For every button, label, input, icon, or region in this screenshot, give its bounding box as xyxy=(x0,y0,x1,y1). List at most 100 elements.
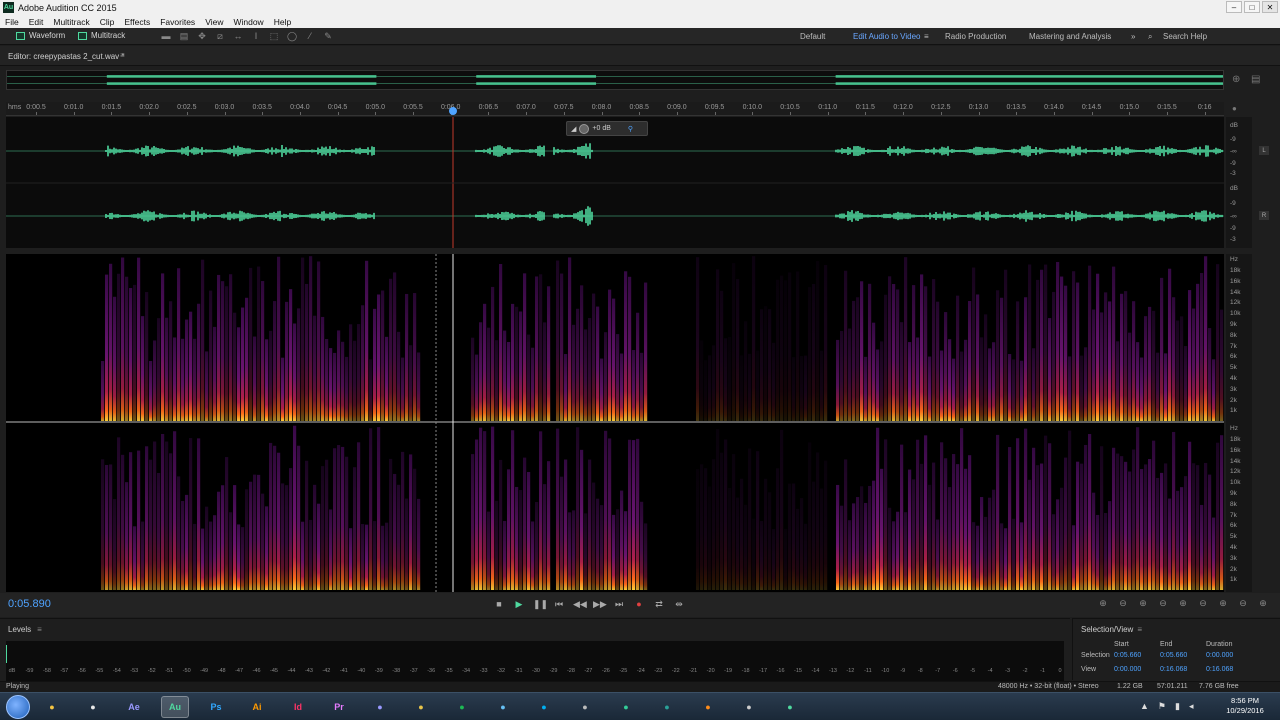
pause-icon[interactable]: ❚❚ xyxy=(533,598,548,610)
after-effects-icon[interactable]: Ae xyxy=(120,696,148,718)
zoom-out-time-icon[interactable]: ⊖ xyxy=(1156,598,1170,610)
levels-menu-icon[interactable]: ≡ xyxy=(37,625,42,634)
workspace-edit-audio-to-video[interactable]: Edit Audio to Video xyxy=(853,32,920,41)
current-time-display[interactable]: 0:05.890 xyxy=(8,598,51,610)
fast-forward-icon[interactable]: ▶▶ xyxy=(593,598,607,610)
spectral-frequency-display[interactable] xyxy=(6,254,1224,592)
lasso-tool-icon[interactable]: ◯ xyxy=(286,31,298,41)
waveform-mode-button[interactable]: Waveform xyxy=(16,31,65,40)
overview-navigator[interactable] xyxy=(6,70,1224,90)
zoom-frequency-in-icon[interactable]: ⊕ xyxy=(1256,598,1270,610)
zoom-in-right-icon[interactable]: ⊖ xyxy=(1236,598,1250,610)
go-to-end-icon[interactable]: ⏭ xyxy=(613,598,625,610)
skip-icon[interactable]: ⇹ xyxy=(673,598,685,610)
app-icon[interactable]: ● xyxy=(776,696,804,718)
more-workspaces-icon[interactable]: » xyxy=(1131,32,1135,41)
loop-icon[interactable]: ⇄ xyxy=(653,598,665,610)
zoom-in-time-icon[interactable]: ⊕ xyxy=(1136,598,1150,610)
editor-tab[interactable]: Editor: creepypastas 2_cut.wav * xyxy=(8,52,125,61)
view-duration-field[interactable]: 0:16.068 xyxy=(1206,666,1233,673)
flag-icon[interactable]: ⚑ xyxy=(1158,701,1166,712)
workspace-mastering[interactable]: Mastering and Analysis xyxy=(1029,32,1111,41)
time-ruler[interactable]: hms 0:00.5 0:01.0 0:01.5 0:02.0 0:02.5 0:03.0… xyxy=(6,102,1224,116)
zoom-frequency-out-icon[interactable]: ⊕ xyxy=(1276,598,1280,610)
menu-edit[interactable]: Edit xyxy=(24,17,49,27)
menu-clip[interactable]: Clip xyxy=(95,17,120,27)
multitrack-mode-button[interactable]: Multitrack xyxy=(78,31,125,40)
audition-icon[interactable]: Au xyxy=(161,696,189,718)
illustrator-icon[interactable]: Ai xyxy=(243,696,271,718)
file-explorer-icon[interactable]: ● xyxy=(38,696,66,718)
menu-help[interactable]: Help xyxy=(269,17,296,27)
panel-options-icon[interactable]: ▤ xyxy=(1251,74,1260,85)
channel-right-toggle[interactable]: R xyxy=(1259,211,1269,220)
obs-icon[interactable]: ● xyxy=(571,696,599,718)
media-encoder-icon[interactable]: ● xyxy=(366,696,394,718)
app-icon[interactable]: ● xyxy=(735,696,763,718)
playhead-handle-icon[interactable] xyxy=(449,107,457,115)
app-icon[interactable]: ● xyxy=(694,696,722,718)
gain-knob[interactable] xyxy=(579,123,590,134)
selection-duration-field[interactable]: 0:00.000 xyxy=(1206,652,1233,659)
folder-icon[interactable]: ● xyxy=(407,696,435,718)
workspace-radio-production[interactable]: Radio Production xyxy=(945,32,1006,41)
chrome-icon[interactable]: ● xyxy=(79,696,107,718)
view-start-field[interactable]: 0:00.000 xyxy=(1114,666,1141,673)
indesign-icon[interactable]: Id xyxy=(284,696,312,718)
editor-panel-menu-icon[interactable]: ≡ xyxy=(120,51,125,60)
app-icon[interactable]: ● xyxy=(653,696,681,718)
search-help-input[interactable]: Search Help xyxy=(1163,32,1207,41)
workspace-default[interactable]: Default xyxy=(800,32,825,41)
move-tool-icon[interactable]: ✥ xyxy=(196,31,208,41)
photoshop-icon[interactable]: Ps xyxy=(202,696,230,718)
marquee-tool-icon[interactable]: ⬚ xyxy=(268,31,280,41)
brush-tool-icon[interactable]: ⁄ xyxy=(304,31,316,41)
tray-overflow-icon[interactable]: ▲ xyxy=(1140,701,1149,712)
maximize-icon[interactable]: □ xyxy=(1244,1,1260,13)
system-clock[interactable]: 8:56 PM 10/29/2016 xyxy=(1220,696,1270,716)
menu-view[interactable]: View xyxy=(200,17,228,27)
slip-tool-icon[interactable]: ↔ xyxy=(232,31,244,41)
premiere-icon[interactable]: Pr xyxy=(325,696,353,718)
zoom-out-amplitude-icon[interactable]: ⊖ xyxy=(1116,598,1130,610)
waveform-display[interactable] xyxy=(6,117,1224,248)
workspace-menu-icon[interactable]: ≡ xyxy=(924,32,929,41)
go-to-start-icon[interactable]: ⏮ xyxy=(553,598,565,610)
gain-hud[interactable]: ◢ +0 dB ⚲ xyxy=(566,121,648,136)
channel-left-toggle[interactable]: L xyxy=(1259,146,1269,155)
selection-view-menu-icon[interactable]: ≡ xyxy=(1137,625,1142,634)
spot-healing-tool-icon[interactable]: ✎ xyxy=(322,31,334,41)
pin-icon[interactable]: ⚲ xyxy=(628,125,633,133)
menu-multitrack[interactable]: Multitrack xyxy=(48,17,94,27)
play-icon[interactable]: ▶ xyxy=(513,598,525,610)
spectral-display-icon[interactable]: ▬ xyxy=(160,31,172,41)
spotify-icon[interactable]: ● xyxy=(448,696,476,718)
close-icon[interactable]: ✕ xyxy=(1262,1,1278,13)
menu-window[interactable]: Window xyxy=(228,17,268,27)
time-selection-tool-icon[interactable]: I xyxy=(250,31,262,41)
search-icon[interactable]: ⌕ xyxy=(1148,32,1152,42)
minimize-icon[interactable]: – xyxy=(1226,1,1242,13)
skype-icon[interactable]: ● xyxy=(530,696,558,718)
zoom-to-fit-icon[interactable]: ⊕ xyxy=(1232,74,1240,85)
razor-tool-icon[interactable]: ⧄ xyxy=(214,31,226,41)
menu-favorites[interactable]: Favorites xyxy=(155,17,200,27)
network-icon[interactable]: ▮ xyxy=(1175,701,1180,712)
steam-icon[interactable]: ● xyxy=(489,696,517,718)
pitch-display-icon[interactable]: ▤ xyxy=(178,31,190,41)
record-icon[interactable]: ● xyxy=(633,598,645,610)
zoom-out-full-icon[interactable]: ⊕ xyxy=(1176,598,1190,610)
menu-file[interactable]: File xyxy=(0,17,24,27)
rewind-icon[interactable]: ◀◀ xyxy=(573,598,587,610)
zoom-selection-icon[interactable]: ⊖ xyxy=(1196,598,1210,610)
selection-end-field[interactable]: 0:05.660 xyxy=(1160,652,1187,659)
volume-icon[interactable]: ◂ xyxy=(1189,701,1194,712)
ruler-lock-icon[interactable]: ● xyxy=(1232,104,1237,113)
start-button-icon[interactable] xyxy=(6,695,30,719)
selection-start-field[interactable]: 0:05.660 xyxy=(1114,652,1141,659)
zoom-in-left-icon[interactable]: ⊕ xyxy=(1216,598,1230,610)
menu-effects[interactable]: Effects xyxy=(119,17,155,27)
zoom-in-amplitude-icon[interactable]: ⊕ xyxy=(1096,598,1110,610)
view-end-field[interactable]: 0:16.068 xyxy=(1160,666,1187,673)
app-icon[interactable]: ● xyxy=(612,696,640,718)
